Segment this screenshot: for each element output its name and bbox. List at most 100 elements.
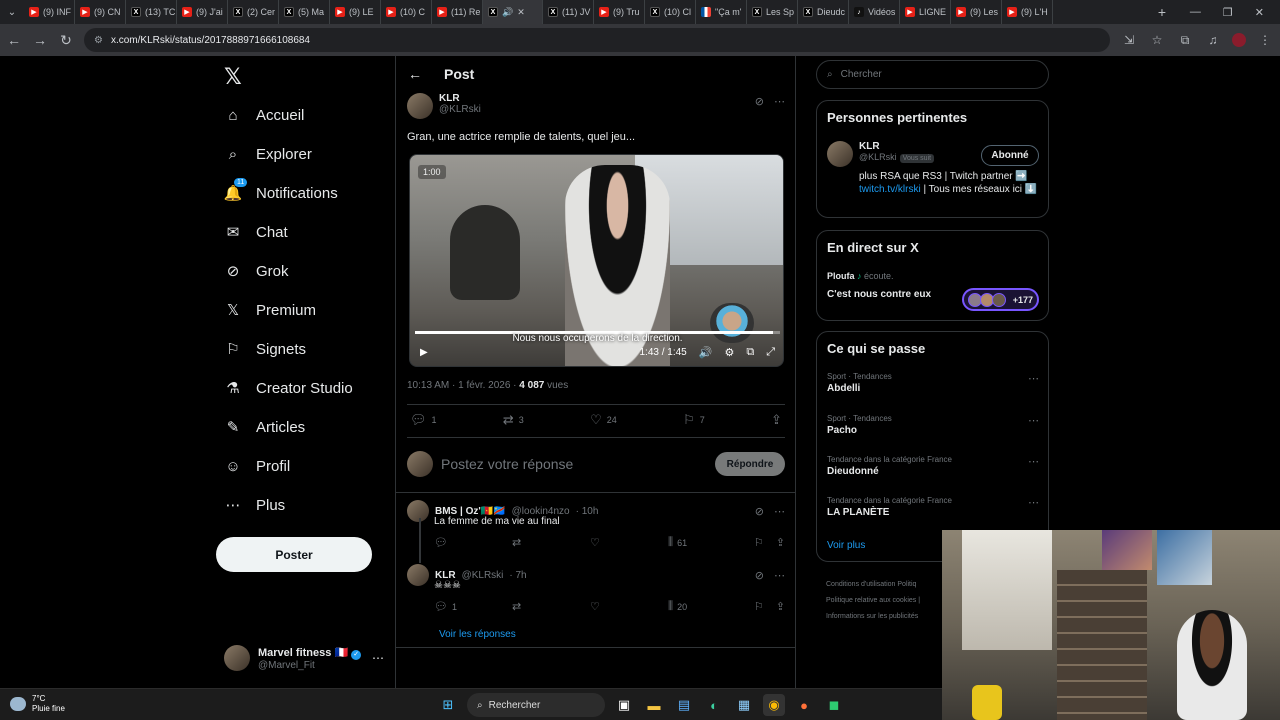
browser-tab[interactable]: X (2) Cer: [228, 0, 279, 24]
browser-profile-avatar[interactable]: [1232, 33, 1246, 47]
task-view-icon[interactable]: ▣: [613, 694, 635, 716]
browser-tab[interactable]: ▶ (10) C: [381, 0, 432, 24]
tab-close-icon[interactable]: ✕: [517, 7, 525, 18]
grok-icon[interactable]: ⊘: [755, 95, 764, 108]
author-avatar[interactable]: [407, 93, 433, 119]
browser-tab[interactable]: X (5) Ma: [279, 0, 330, 24]
picture-in-picture-icon[interactable]: ⧉: [746, 346, 754, 359]
store-icon[interactable]: ▤: [673, 694, 695, 716]
more-options-icon[interactable]: ⋯: [1028, 455, 1039, 468]
site-settings-icon[interactable]: ⚙: [94, 35, 103, 46]
reply-time[interactable]: · 10h: [576, 506, 599, 517]
nav-item-home[interactable]: ⌂ Accueil: [224, 100, 304, 130]
tab-search-chevron-icon[interactable]: ⌄: [0, 0, 24, 24]
views-action[interactable]: ⫼ 61: [668, 536, 746, 549]
play-icon[interactable]: ▶: [420, 347, 428, 358]
reply-tweet[interactable]: KLR @KLRski · 7h ⊘ ⋯ ☠☠☠ 💬︎ 1 ⇄ ♡ ⫼ 20 ⚐ ⇪: [407, 564, 785, 613]
bookmark-icon[interactable]: ⚐: [754, 536, 764, 549]
nav-item-more[interactable]: ⋯ Plus: [224, 490, 286, 520]
forward-arrow-icon[interactable]: →: [32, 32, 48, 48]
ms-store-icon[interactable]: ▦: [733, 694, 755, 716]
repost-action[interactable]: ⇄: [512, 536, 590, 549]
address-bar[interactable]: ⚙ x.com/KLRski/status/201788897166610868…: [84, 28, 1110, 52]
browser-tab[interactable]: ▶ LIGNE: [900, 0, 951, 24]
share-icon[interactable]: ⇪: [776, 600, 785, 613]
app-icon[interactable]: ◼: [823, 694, 845, 716]
nav-item-chat[interactable]: ✉ Chat: [224, 217, 288, 247]
browser-tab[interactable]: ▶ (9) CN: [75, 0, 126, 24]
browser-menu-icon[interactable]: ⋮: [1256, 33, 1274, 47]
show-more-link[interactable]: Voir plus: [827, 540, 865, 551]
post-button[interactable]: Poster: [216, 537, 372, 572]
back-arrow-icon[interactable]: ←: [408, 66, 422, 82]
reply-avatar[interactable]: [407, 500, 429, 522]
reply-time[interactable]: · 7h: [509, 570, 526, 581]
bookmark-icon[interactable]: ⚐: [754, 600, 764, 613]
like-action[interactable]: ♡: [590, 536, 668, 549]
chrome-icon[interactable]: ◉: [763, 694, 785, 716]
trend-item[interactable]: Sport · Tendances Abdelli ⋯: [827, 372, 1039, 394]
taskbar-search[interactable]: ⌕ Rechercher: [467, 693, 605, 717]
firefox-icon[interactable]: ●: [793, 694, 815, 716]
volume-icon[interactable]: 🔊: [699, 346, 713, 359]
reply-action[interactable]: 💬︎ 1: [410, 412, 437, 428]
bookmark-action[interactable]: ⚐ 7: [683, 412, 705, 428]
author-handle[interactable]: @KLRski: [439, 104, 481, 115]
nav-item-grok[interactable]: ⊘ Grok: [224, 256, 289, 286]
browser-tab[interactable]: ▶ (9) LE: [330, 0, 381, 24]
repost-action[interactable]: ⇄ 3: [503, 412, 524, 428]
reply-action[interactable]: 💬︎ 1: [434, 600, 512, 613]
reply-tweet[interactable]: BMS | Oz'🇨🇲🇨🇩 @lookin4nzo · 10h ⊘ ⋯ La femme …: [407, 500, 785, 549]
footer-link[interactable]: Conditions d'utilisation Politiq: [826, 577, 946, 593]
grok-icon[interactable]: ⊘: [755, 505, 764, 518]
footer-link[interactable]: Politique relative aux cookies |: [826, 593, 946, 609]
more-options-icon[interactable]: ⋯: [774, 569, 785, 582]
more-options-icon[interactable]: ⋯: [1028, 372, 1039, 385]
extensions-icon[interactable]: ⧉: [1176, 33, 1194, 48]
views-action[interactable]: ⫼ 20: [668, 600, 746, 613]
space-join-pill[interactable]: +177: [962, 288, 1039, 311]
share-action[interactable]: ⇪: [771, 412, 782, 428]
more-options-icon[interactable]: ⋯: [1028, 414, 1039, 427]
browser-tab[interactable]: ♪ Vidéos: [849, 0, 900, 24]
weather-widget[interactable]: 7°C Pluie fine: [10, 694, 65, 714]
edge-icon[interactable]: ◐: [703, 694, 725, 716]
bio-link[interactable]: twitch.tv/klrski: [859, 184, 921, 195]
more-options-icon[interactable]: ⋯: [774, 505, 785, 518]
browser-tab[interactable]: ▶ (9) Tru: [594, 0, 645, 24]
nav-item-notifications[interactable]: 🔔 11 Notifications: [224, 178, 338, 208]
grok-icon[interactable]: ⊘: [755, 569, 764, 582]
fullscreen-icon[interactable]: ⤢: [766, 346, 775, 359]
browser-tab[interactable]: X (13) TC: [126, 0, 177, 24]
account-more-icon[interactable]: ⋯: [372, 651, 384, 665]
like-action[interactable]: ♡: [590, 600, 668, 613]
nav-item-creator-studio[interactable]: ⚗ Creator Studio: [224, 373, 352, 403]
reply-author-name[interactable]: BMS | Oz'🇨🇲🇨🇩: [435, 506, 506, 517]
back-arrow-icon[interactable]: ←: [6, 32, 22, 48]
space-title[interactable]: C'est nous contre eux: [827, 289, 931, 300]
browser-tab[interactable]: X (11) JV: [543, 0, 594, 24]
more-options-icon[interactable]: ⋯: [774, 95, 785, 108]
nav-item-articles[interactable]: ✎ Articles: [224, 412, 305, 442]
new-tab-button[interactable]: +: [1150, 4, 1174, 20]
video-player[interactable]: 1:00 Nous nous occuperons de la directio…: [409, 154, 784, 367]
like-action[interactable]: ♡ 24: [590, 412, 617, 428]
account-switcher[interactable]: Marvel fitness 🇫🇷 ✓ @Marvel_Fit ⋯: [224, 643, 384, 673]
more-options-icon[interactable]: ⋯: [1028, 496, 1039, 509]
reply-button[interactable]: Répondre: [715, 452, 785, 476]
browser-tab[interactable]: "Ça m': [696, 0, 747, 24]
footer-link[interactable]: Informations sur les publicités: [826, 609, 946, 625]
nav-item-bookmarks[interactable]: ⚐ Signets: [224, 334, 306, 364]
reply-input[interactable]: Postez votre réponse: [441, 456, 707, 472]
reload-icon[interactable]: ↻: [58, 32, 74, 49]
close-window-button[interactable]: ✕: [1255, 6, 1264, 19]
relevant-user[interactable]: KLR @KLRski Vous suit Abonné: [827, 141, 1039, 167]
reply-author-name[interactable]: KLR: [435, 570, 456, 581]
trend-item[interactable]: Tendance dans la catégorie France LA PLAN…: [827, 496, 1039, 518]
author-name[interactable]: KLR: [439, 93, 481, 104]
reply-action[interactable]: 💬︎: [434, 536, 512, 549]
nav-item-profile[interactable]: ☺ Profil: [224, 451, 290, 481]
minimize-button[interactable]: —: [1190, 6, 1201, 19]
tab-audio-icon[interactable]: 🔊: [502, 7, 513, 18]
browser-tab[interactable]: ▶ (9) Les: [951, 0, 1002, 24]
